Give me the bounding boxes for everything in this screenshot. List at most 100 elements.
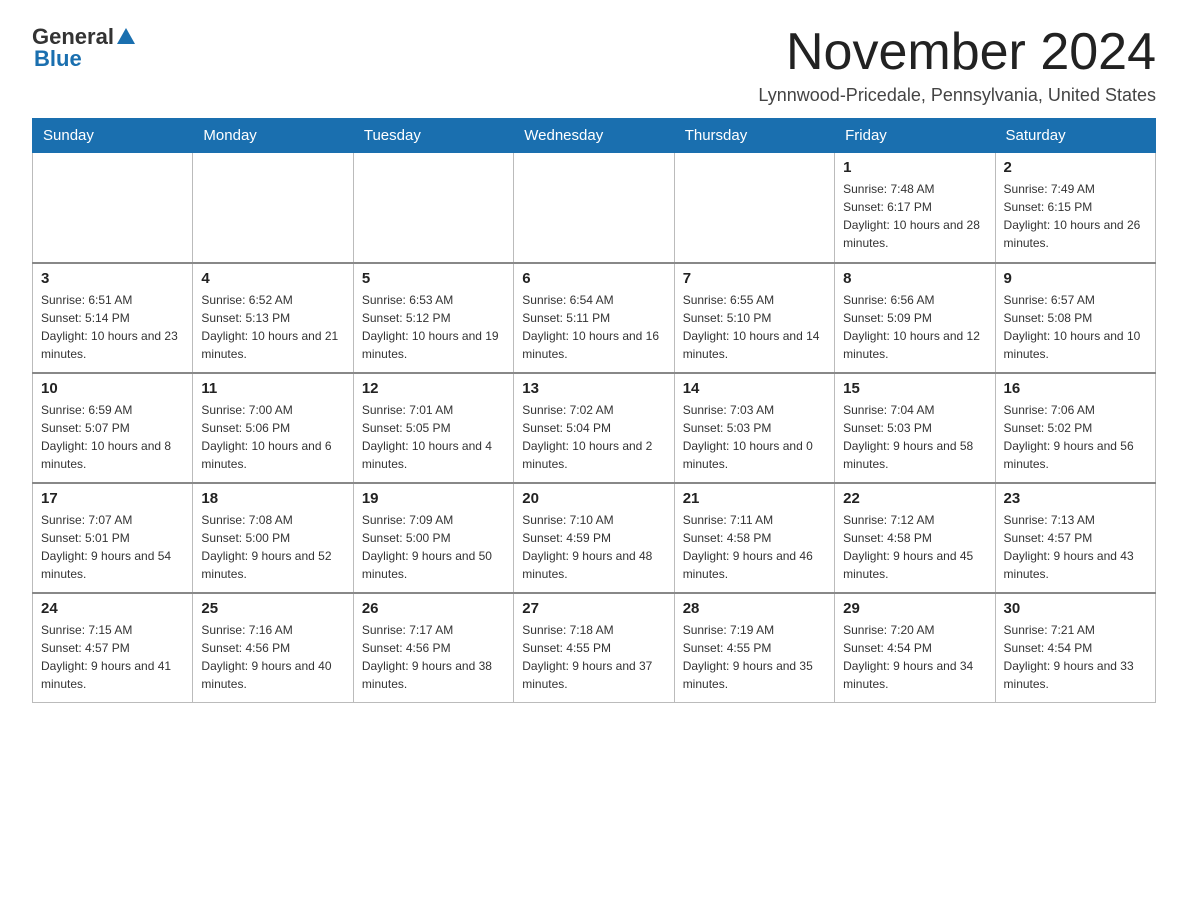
logo-blue-text: Blue [34, 46, 82, 71]
weekday-header-sunday: Sunday [33, 119, 193, 153]
weekday-header-wednesday: Wednesday [514, 119, 674, 153]
calendar-cell: 12 Sunrise: 7:01 AMSunset: 5:05 PMDayligh… [353, 373, 513, 483]
day-number: 8 [843, 270, 986, 287]
day-number: 19 [362, 490, 505, 507]
day-sun-info: Sunrise: 7:19 AMSunset: 4:55 PMDaylight:… [683, 621, 826, 693]
day-sun-info: Sunrise: 7:09 AMSunset: 5:00 PMDaylight:… [362, 511, 505, 583]
day-number: 10 [41, 380, 184, 397]
day-number: 14 [683, 380, 826, 397]
calendar-cell: 4 Sunrise: 6:52 AMSunset: 5:13 PMDaylight… [193, 263, 353, 373]
calendar-cell: 13Sunrise: 7:02 AMSunset: 5:04 PMDayligh… [514, 373, 674, 483]
day-number: 16 [1004, 380, 1147, 397]
day-sun-info: Sunrise: 6:53 AMSunset: 5:12 PMDaylight:… [362, 291, 505, 363]
calendar-cell: 15Sunrise: 7:04 AMSunset: 5:03 PMDayligh… [835, 373, 995, 483]
day-sun-info: Sunrise: 7:49 AMSunset: 6:15 PMDaylight:… [1004, 180, 1147, 252]
day-number: 26 [362, 600, 505, 617]
weekday-header-saturday: Saturday [995, 119, 1155, 153]
day-number: 28 [683, 600, 826, 617]
day-number: 29 [843, 600, 986, 617]
calendar-cell: 23Sunrise: 7:13 AMSunset: 4:57 PMDayligh… [995, 483, 1155, 593]
calendar-cell: 14 Sunrise: 7:03 AMSunset: 5:03 PMDayligh… [674, 373, 834, 483]
day-sun-info: Sunrise: 7:20 AMSunset: 4:54 PMDaylight:… [843, 621, 986, 693]
day-sun-info: Sunrise: 6:56 AMSunset: 5:09 PMDaylight:… [843, 291, 986, 363]
day-sun-info: Sunrise: 6:51 AMSunset: 5:14 PMDaylight:… [41, 291, 184, 363]
day-number: 23 [1004, 490, 1147, 507]
day-sun-info: Sunrise: 7:08 AMSunset: 5:00 PMDaylight:… [201, 511, 344, 583]
location-subtitle: Lynnwood-Pricedale, Pennsylvania, United… [758, 85, 1156, 106]
day-number: 18 [201, 490, 344, 507]
day-number: 12 [362, 380, 505, 397]
day-number: 15 [843, 380, 986, 397]
calendar-table: SundayMondayTuesdayWednesdayThursdayFrid… [32, 118, 1156, 703]
day-sun-info: Sunrise: 7:21 AMSunset: 4:54 PMDaylight:… [1004, 621, 1147, 693]
day-number: 25 [201, 600, 344, 617]
calendar-week-row: 17 Sunrise: 7:07 AMSunset: 5:01 PMDayligh… [33, 483, 1156, 593]
calendar-cell: 1 Sunrise: 7:48 AMSunset: 6:17 PMDaylight… [835, 153, 995, 263]
weekday-header-tuesday: Tuesday [353, 119, 513, 153]
calendar-cell: 27 Sunrise: 7:18 AMSunset: 4:55 PMDayligh… [514, 593, 674, 703]
page-header: General Blue November 2024 Lynnwood-Pric… [32, 24, 1156, 106]
calendar-cell: 24 Sunrise: 7:15 AMSunset: 4:57 PMDayligh… [33, 593, 193, 703]
calendar-cell [193, 153, 353, 263]
day-number: 11 [201, 380, 344, 397]
day-sun-info: Sunrise: 7:17 AMSunset: 4:56 PMDaylight:… [362, 621, 505, 693]
calendar-cell: 17 Sunrise: 7:07 AMSunset: 5:01 PMDayligh… [33, 483, 193, 593]
calendar-cell [674, 153, 834, 263]
day-sun-info: Sunrise: 6:59 AMSunset: 5:07 PMDaylight:… [41, 401, 184, 473]
day-sun-info: Sunrise: 7:06 AMSunset: 5:02 PMDaylight:… [1004, 401, 1147, 473]
calendar-cell: 20 Sunrise: 7:10 AMSunset: 4:59 PMDayligh… [514, 483, 674, 593]
day-sun-info: Sunrise: 7:01 AMSunset: 5:05 PMDaylight:… [362, 401, 505, 473]
day-sun-info: Sunrise: 6:54 AMSunset: 5:11 PMDaylight:… [522, 291, 665, 363]
day-number: 17 [41, 490, 184, 507]
calendar-header: SundayMondayTuesdayWednesdayThursdayFrid… [33, 119, 1156, 153]
calendar-cell: 7Sunrise: 6:55 AMSunset: 5:10 PMDaylight… [674, 263, 834, 373]
calendar-cell: 11Sunrise: 7:00 AMSunset: 5:06 PMDayligh… [193, 373, 353, 483]
day-sun-info: Sunrise: 6:52 AMSunset: 5:13 PMDaylight:… [201, 291, 344, 363]
day-sun-info: Sunrise: 7:15 AMSunset: 4:57 PMDaylight:… [41, 621, 184, 693]
weekday-header-thursday: Thursday [674, 119, 834, 153]
calendar-cell: 21Sunrise: 7:11 AMSunset: 4:58 PMDayligh… [674, 483, 834, 593]
day-number: 20 [522, 490, 665, 507]
calendar-cell: 28 Sunrise: 7:19 AMSunset: 4:55 PMDayligh… [674, 593, 834, 703]
day-number: 13 [522, 380, 665, 397]
day-number: 2 [1004, 159, 1147, 176]
day-number: 9 [1004, 270, 1147, 287]
calendar-cell: 19 Sunrise: 7:09 AMSunset: 5:00 PMDayligh… [353, 483, 513, 593]
title-block: November 2024 Lynnwood-Pricedale, Pennsy… [758, 24, 1156, 106]
weekday-header-row: SundayMondayTuesdayWednesdayThursdayFrid… [33, 119, 1156, 153]
day-sun-info: Sunrise: 7:03 AMSunset: 5:03 PMDaylight:… [683, 401, 826, 473]
day-sun-info: Sunrise: 7:18 AMSunset: 4:55 PMDaylight:… [522, 621, 665, 693]
calendar-cell: 9Sunrise: 6:57 AMSunset: 5:08 PMDaylight… [995, 263, 1155, 373]
calendar-week-row: 3Sunrise: 6:51 AMSunset: 5:14 PMDaylight… [33, 263, 1156, 373]
logo-icon [114, 26, 138, 48]
calendar-cell: 5 Sunrise: 6:53 AMSunset: 5:12 PMDaylight… [353, 263, 513, 373]
day-number: 24 [41, 600, 184, 617]
day-sun-info: Sunrise: 7:16 AMSunset: 4:56 PMDaylight:… [201, 621, 344, 693]
calendar-cell [353, 153, 513, 263]
calendar-cell: 3Sunrise: 6:51 AMSunset: 5:14 PMDaylight… [33, 263, 193, 373]
calendar-cell: 18 Sunrise: 7:08 AMSunset: 5:00 PMDayligh… [193, 483, 353, 593]
logo: General Blue [32, 24, 138, 72]
day-number: 22 [843, 490, 986, 507]
calendar-cell [33, 153, 193, 263]
day-number: 21 [683, 490, 826, 507]
calendar-body: 1 Sunrise: 7:48 AMSunset: 6:17 PMDaylight… [33, 153, 1156, 703]
day-number: 6 [522, 270, 665, 287]
calendar-week-row: 10 Sunrise: 6:59 AMSunset: 5:07 PMDayligh… [33, 373, 1156, 483]
calendar-week-row: 1 Sunrise: 7:48 AMSunset: 6:17 PMDaylight… [33, 153, 1156, 263]
calendar-cell: 29 Sunrise: 7:20 AMSunset: 4:54 PMDayligh… [835, 593, 995, 703]
day-number: 5 [362, 270, 505, 287]
calendar-cell: 26 Sunrise: 7:17 AMSunset: 4:56 PMDayligh… [353, 593, 513, 703]
calendar-cell: 6 Sunrise: 6:54 AMSunset: 5:11 PMDaylight… [514, 263, 674, 373]
day-number: 1 [843, 159, 986, 176]
day-number: 4 [201, 270, 344, 287]
day-sun-info: Sunrise: 7:07 AMSunset: 5:01 PMDaylight:… [41, 511, 184, 583]
day-number: 27 [522, 600, 665, 617]
day-number: 7 [683, 270, 826, 287]
day-sun-info: Sunrise: 7:48 AMSunset: 6:17 PMDaylight:… [843, 180, 986, 252]
calendar-cell: 2 Sunrise: 7:49 AMSunset: 6:15 PMDaylight… [995, 153, 1155, 263]
calendar-cell: 25 Sunrise: 7:16 AMSunset: 4:56 PMDayligh… [193, 593, 353, 703]
weekday-header-monday: Monday [193, 119, 353, 153]
day-sun-info: Sunrise: 7:10 AMSunset: 4:59 PMDaylight:… [522, 511, 665, 583]
month-year-title: November 2024 [758, 24, 1156, 81]
